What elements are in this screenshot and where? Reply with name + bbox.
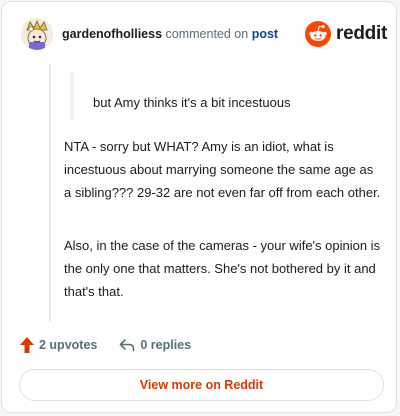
comment-paragraph-1: NTA - sorry but WHAT? Amy is an idiot, w… — [64, 139, 381, 200]
reddit-logo-icon — [305, 21, 332, 47]
reddit-brand[interactable]: reddit — [305, 21, 387, 47]
upvote-button[interactable]: 2 upvotes — [20, 337, 97, 353]
upvote-arrow-icon — [20, 337, 34, 353]
upvote-count: 2 upvotes — [39, 338, 98, 352]
reddit-wordmark: reddit — [336, 23, 387, 44]
comment-embed-card: gardenofholliess commented on post reddi… — [1, 1, 397, 413]
view-more-button[interactable]: View more on Reddit — [19, 369, 384, 401]
quoted-text: but Amy thinks it's a bit incestuous — [93, 95, 291, 110]
reply-button[interactable]: 0 replies — [119, 338, 191, 352]
post-link[interactable]: post — [252, 27, 278, 41]
commented-on-label: commented on — [165, 27, 249, 41]
username-link[interactable]: gardenofholliess — [62, 27, 162, 41]
avatar[interactable] — [21, 18, 53, 50]
thread-line — [49, 64, 51, 322]
quote-bar — [70, 72, 74, 120]
reply-count: 0 replies — [140, 338, 192, 352]
reply-icon — [120, 339, 135, 352]
comment-paragraph-2: Also, in the case of the cameras - your … — [64, 238, 381, 299]
comment-actions: 2 upvotes 0 replies — [20, 335, 191, 355]
header-text: gardenofholliess commented on post — [62, 27, 278, 41]
comment-header: gardenofholliess commented on post reddi… — [21, 18, 387, 52]
